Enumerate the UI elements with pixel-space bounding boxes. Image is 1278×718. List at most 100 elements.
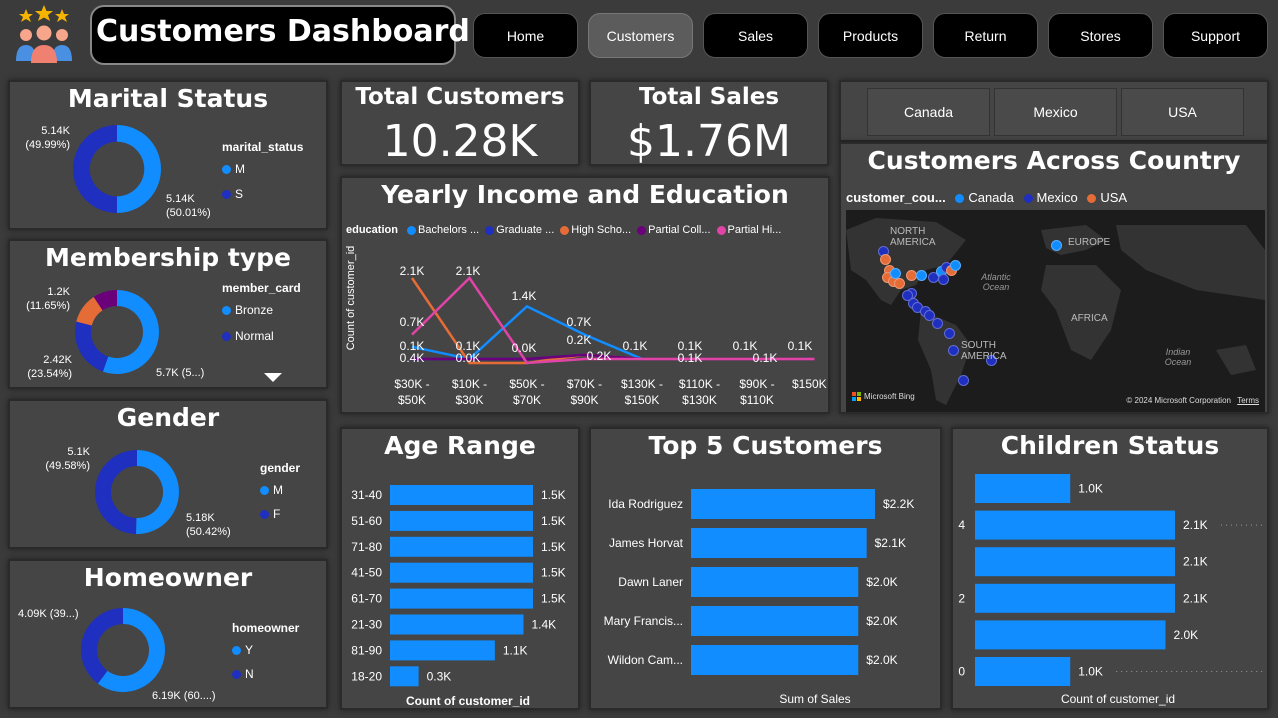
bar[interactable] bbox=[691, 645, 859, 675]
bar-category-label: 71-80 bbox=[351, 540, 382, 554]
marital-slice-s[interactable] bbox=[73, 125, 117, 213]
bar-category-label: 18-20 bbox=[351, 669, 382, 683]
country-button-usa[interactable]: USA bbox=[1121, 88, 1244, 136]
homeowner-slice-n[interactable] bbox=[81, 608, 123, 684]
bar-value-label: 1.1K bbox=[503, 643, 528, 657]
income-data-label: 0.7K bbox=[567, 315, 592, 329]
bar-category-label: 2 bbox=[958, 591, 965, 605]
bar[interactable] bbox=[975, 510, 1175, 540]
income-data-label: 1.4K bbox=[512, 289, 537, 303]
map-customer-point[interactable] bbox=[932, 318, 943, 329]
nav-stores-button[interactable]: Stores bbox=[1048, 13, 1153, 58]
bar[interactable] bbox=[390, 536, 533, 557]
membership-label-golden: 1.2K (11.65%) bbox=[26, 286, 70, 312]
country-legend-mexico[interactable]: Mexico bbox=[1018, 190, 1078, 205]
world-map[interactable]: NORTH AMERICA EUROPE AFRICA SOUTH AMERIC… bbox=[846, 210, 1265, 412]
membership-label-bronze: 5.7K (5...) bbox=[156, 367, 205, 379]
nav-support-button[interactable]: Support bbox=[1163, 13, 1268, 58]
map-customer-point[interactable] bbox=[890, 268, 901, 279]
bar[interactable] bbox=[691, 567, 859, 597]
bar[interactable] bbox=[390, 614, 524, 635]
country-legend-canada[interactable]: Canada bbox=[949, 190, 1014, 205]
marital-donut bbox=[73, 125, 161, 213]
country-button-canada[interactable]: Canada bbox=[867, 88, 990, 136]
country-legend: customer_cou... Canada Mexico USA bbox=[846, 190, 1127, 205]
age-bar-chart: 31-40 1.5K 51-60 1.5K 71-80 1.5K 41-50 1.5K 61-7… bbox=[351, 485, 566, 708]
dashboard-title-text: Customers Dashboard bbox=[96, 14, 470, 49]
membership-label-normal: 2.42K (23.54%) bbox=[27, 354, 72, 380]
bar-value-label: 2.1K bbox=[1183, 555, 1208, 569]
homeowner-legend-n[interactable]: N bbox=[232, 667, 254, 681]
bar[interactable] bbox=[390, 666, 419, 687]
map-customer-point[interactable] bbox=[1051, 240, 1062, 251]
gender-slice-m[interactable] bbox=[135, 450, 180, 534]
bar-value-label: 1.5K bbox=[541, 514, 566, 528]
bar[interactable] bbox=[390, 510, 533, 531]
map-customer-point[interactable] bbox=[958, 375, 969, 386]
map-customer-point[interactable] bbox=[950, 260, 961, 271]
bar[interactable] bbox=[390, 588, 533, 609]
bar[interactable] bbox=[975, 657, 1071, 686]
marital-slice-m[interactable] bbox=[117, 125, 161, 213]
country-button-mexico[interactable]: Mexico bbox=[994, 88, 1117, 136]
map-customer-point[interactable] bbox=[902, 290, 913, 301]
homeowner-card: Homeowner 4.09K (39...) 6.19K (60....) h… bbox=[8, 559, 328, 709]
marital-legend-title: marital_status bbox=[222, 140, 304, 154]
map-customer-point[interactable] bbox=[894, 278, 905, 289]
map-customer-point[interactable] bbox=[938, 274, 949, 285]
bar[interactable] bbox=[691, 489, 875, 519]
bar-value-label: 1.5K bbox=[541, 540, 566, 554]
income-data-label: 0.0K bbox=[456, 351, 481, 365]
marital-legend-m[interactable]: M bbox=[222, 162, 245, 176]
homeowner-donut bbox=[81, 608, 165, 692]
bar[interactable] bbox=[390, 562, 533, 583]
income-data-label: 0.0K bbox=[512, 341, 537, 355]
gender-legend-m[interactable]: M bbox=[260, 483, 283, 497]
bar-category-label: 81-90 bbox=[351, 643, 382, 657]
bar[interactable] bbox=[975, 620, 1166, 650]
legend-scroll-down-icon[interactable] bbox=[264, 373, 282, 382]
country-legend-usa[interactable]: USA bbox=[1081, 190, 1127, 205]
income-education-card: Yearly Income and Education education Ba… bbox=[340, 176, 830, 414]
membership-legend-bronze[interactable]: Bronze bbox=[222, 303, 273, 317]
bar-category-label: Wildon Cam... bbox=[608, 653, 683, 667]
bar-value-label: 2.1K bbox=[1183, 518, 1208, 532]
gender-legend-f[interactable]: F bbox=[260, 507, 280, 521]
bar[interactable] bbox=[975, 583, 1175, 613]
gender-slice-f[interactable] bbox=[95, 450, 137, 534]
map-customer-point[interactable] bbox=[916, 270, 927, 281]
income-data-label: 0.7K bbox=[400, 315, 425, 329]
bar-category-label: 31-40 bbox=[351, 488, 382, 502]
bar[interactable] bbox=[691, 528, 867, 558]
marital-legend-s[interactable]: S bbox=[222, 187, 243, 201]
map-terms-link[interactable]: Terms bbox=[1237, 396, 1259, 405]
homeowner-legend-y[interactable]: Y bbox=[232, 643, 253, 657]
bar-value-label: 1.0K bbox=[1078, 665, 1103, 679]
microsoft-logo-icon bbox=[852, 392, 861, 401]
bar-value-label: 2.0K bbox=[1173, 628, 1198, 642]
bar-value-label: 1.0K bbox=[1078, 482, 1103, 496]
income-x-tick: $130K -$150K bbox=[621, 377, 663, 407]
map-customer-point[interactable] bbox=[948, 345, 959, 356]
nav-sales-button[interactable]: Sales bbox=[703, 13, 808, 58]
bar-value-label: $2.0K bbox=[866, 653, 897, 667]
map-customer-point[interactable] bbox=[944, 328, 955, 339]
nav-return-button[interactable]: Return bbox=[933, 13, 1038, 58]
bar[interactable] bbox=[390, 485, 533, 505]
income-data-label: 2.1K bbox=[456, 264, 481, 278]
membership-slice-normal[interactable] bbox=[75, 321, 109, 372]
bing-logo: Microsoft Bing bbox=[852, 392, 915, 401]
bar[interactable] bbox=[691, 606, 859, 636]
nav-products-button[interactable]: Products bbox=[818, 13, 923, 58]
bar-value-label: 0.3K bbox=[427, 669, 452, 683]
bar[interactable] bbox=[975, 547, 1175, 577]
bar[interactable] bbox=[390, 640, 495, 661]
app-logo bbox=[12, 5, 76, 63]
bar-category-label: James Horvat bbox=[609, 536, 684, 550]
map-customer-point[interactable] bbox=[880, 254, 891, 265]
membership-legend-normal[interactable]: Normal bbox=[222, 329, 274, 343]
map-label-atlantic: Atlantic Ocean bbox=[981, 272, 1011, 292]
nav-home-button[interactable]: Home bbox=[473, 13, 578, 58]
bar[interactable] bbox=[975, 474, 1071, 503]
nav-customers-button[interactable]: Customers bbox=[588, 13, 693, 58]
